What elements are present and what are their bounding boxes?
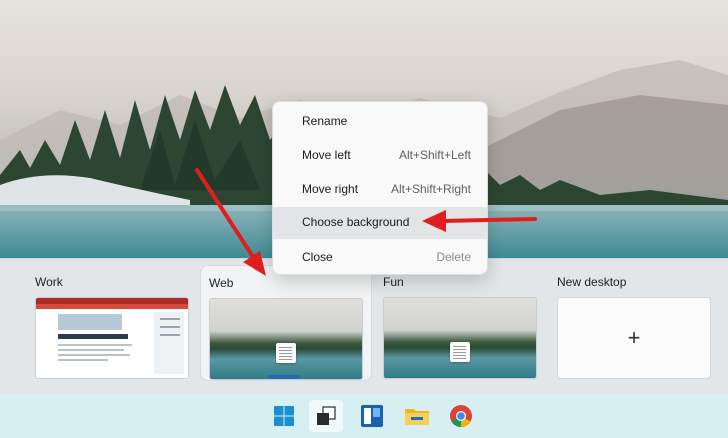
task-view-panel: Work Web Fun New desktop + — [0, 258, 728, 395]
desktop-label: Fun — [383, 275, 404, 289]
desktop-thumbnail[interactable] — [35, 297, 189, 379]
shortcut-label: Alt+Shift+Right — [390, 182, 471, 196]
menu-item-close[interactable]: Close Delete — [273, 242, 487, 274]
desktop-work[interactable]: Work — [27, 265, 197, 379]
menu-item-label: Rename — [302, 114, 348, 128]
new-desktop[interactable]: New desktop + — [549, 265, 719, 379]
chrome-icon[interactable] — [444, 400, 478, 432]
menu-item-move-right[interactable]: Move right Alt+Shift+Right — [273, 174, 487, 206]
active-desktop-indicator — [268, 375, 300, 379]
menu-item-label: Choose background — [302, 215, 410, 229]
desktop-thumbnail[interactable] — [209, 298, 363, 380]
menu-item-label: Move left — [302, 148, 351, 162]
file-explorer-icon[interactable] — [400, 400, 434, 432]
menu-item-label: Move right — [302, 182, 359, 196]
desktop-label: Web — [209, 276, 234, 290]
desktop-web[interactable]: Web — [200, 265, 372, 381]
taskbar — [0, 394, 728, 438]
task-view-icon[interactable] — [309, 400, 343, 432]
widgets-icon[interactable] — [355, 400, 389, 432]
new-desktop-label: New desktop — [557, 275, 627, 289]
desktop-context-menu: Rename Move left Alt+Shift+Left Move rig… — [272, 101, 488, 275]
menu-item-move-left[interactable]: Move left Alt+Shift+Left — [273, 140, 487, 172]
desktop-thumbnail[interactable] — [383, 297, 537, 379]
menu-item-label: Close — [302, 250, 333, 264]
plus-icon: + — [627, 325, 641, 350]
desktop-label: Work — [35, 275, 63, 289]
shortcut-label: Delete — [436, 250, 471, 264]
menu-item-choose-background[interactable]: Choose background — [273, 207, 487, 239]
windows-start-icon[interactable] — [267, 400, 301, 432]
shortcut-label: Alt+Shift+Left — [398, 148, 471, 162]
menu-item-rename[interactable]: Rename — [273, 106, 487, 138]
desktop-fun[interactable]: Fun — [375, 265, 545, 379]
new-desktop-button[interactable]: + — [557, 297, 711, 379]
